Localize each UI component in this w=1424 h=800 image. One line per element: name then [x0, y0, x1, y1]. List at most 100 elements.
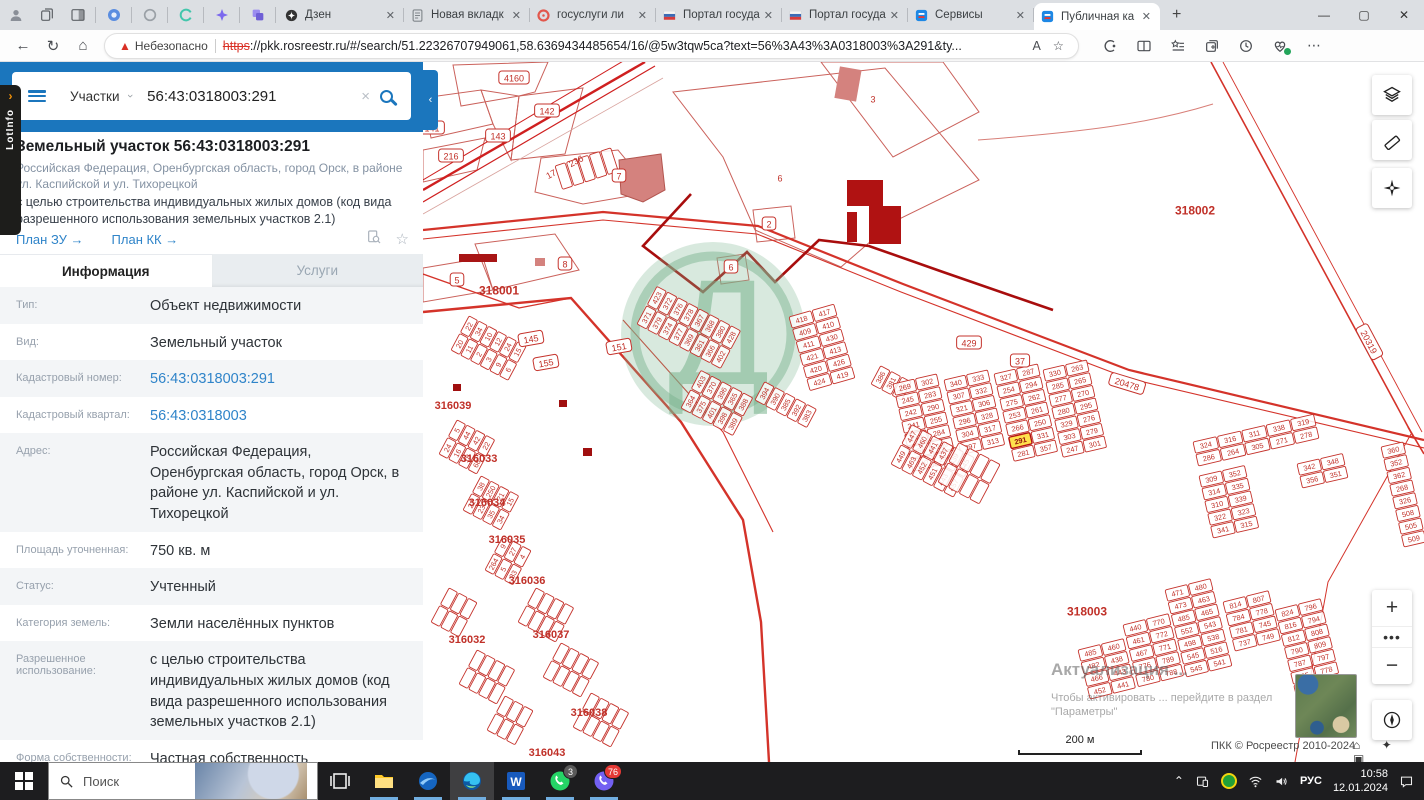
collections-icon[interactable]: [1195, 33, 1229, 59]
edge-button[interactable]: [450, 762, 494, 800]
news-widget-image[interactable]: [195, 763, 307, 799]
tab-services[interactable]: Услуги: [211, 254, 423, 287]
extension-squares-icon[interactable]: [249, 7, 266, 24]
browser-tab[interactable]: Сервисы ✕: [908, 0, 1034, 30]
url-text[interactable]: ://pkk.rosreestr.ru/#/search/51.22326707…: [250, 39, 1027, 53]
browser-tab[interactable]: госуслуги ли ✕: [530, 0, 656, 30]
zoom-in-button[interactable]: +: [1372, 590, 1412, 626]
cadastral-map[interactable]: Д 38638139226930224528324229024125524328…: [423, 62, 1424, 762]
search-category-select[interactable]: Участки: [70, 89, 120, 104]
parcel-cluster[interactable]: 20221134210312924615: [451, 315, 527, 381]
profile-avatar-icon[interactable]: [7, 7, 24, 24]
language-indicator[interactable]: РУС: [1300, 775, 1322, 787]
browser-tab[interactable]: Публичная ка ✕: [1034, 3, 1160, 30]
basemap-thumbnail[interactable]: [1295, 674, 1357, 738]
zoom-out-button[interactable]: −: [1372, 648, 1412, 684]
taskbar-clock[interactable]: 10:58 12.01.2024: [1333, 767, 1388, 796]
tab-information[interactable]: Информация: [0, 254, 212, 287]
panel-collapse-button[interactable]: ‹: [423, 70, 438, 130]
menu-icon[interactable]: [28, 90, 46, 102]
parcel-cluster[interactable]: 814 807784 778781 745737 749: [1222, 590, 1281, 652]
tab-close-icon[interactable]: ✕: [383, 9, 398, 22]
browser-tab[interactable]: Новая вкладк ✕: [404, 0, 530, 30]
extension-blue-icon[interactable]: [105, 7, 122, 24]
tab-close-icon[interactable]: ✕: [887, 9, 902, 22]
parcel-clusters[interactable]: 3863813922693022452832422902412552432842…: [431, 147, 1424, 747]
security-label[interactable]: Небезопасно: [135, 39, 208, 53]
extension-teal-icon[interactable]: [177, 7, 194, 24]
copilot-icon[interactable]: [1093, 33, 1127, 59]
tray-expand-icon[interactable]: ⌃: [1174, 774, 1184, 788]
browser-tab[interactable]: Портал госуда ✕: [656, 0, 782, 30]
parcel-cluster[interactable]: [487, 695, 533, 745]
chevron-down-icon[interactable]: ›: [123, 94, 135, 98]
tab-close-icon[interactable]: ✕: [1139, 10, 1154, 23]
restore-button[interactable]: ▢: [1344, 0, 1384, 30]
bookmark-star-icon[interactable]: ☆: [396, 230, 409, 248]
parcel-cluster[interactable]: [543, 642, 599, 697]
tab-close-icon[interactable]: ✕: [635, 9, 650, 22]
map-footer-icons[interactable]: ⌂ ✦ ▣: [1353, 738, 1424, 762]
browser-beta-button[interactable]: [406, 762, 450, 800]
file-explorer-button[interactable]: [362, 762, 406, 800]
parcel-cluster[interactable]: 342 348356 351: [1296, 453, 1349, 489]
parcel-cluster[interactable]: 360352362268326508505509: [1380, 441, 1424, 548]
parcel-cluster[interactable]: 485 460482 438466 443452 441: [1077, 638, 1136, 700]
zoom-levels-button[interactable]: •••: [1372, 626, 1412, 648]
lotinfo-side-tab[interactable]: › LotInfo: [0, 85, 21, 235]
start-button[interactable]: [0, 762, 48, 800]
close-button[interactable]: ✕: [1384, 0, 1424, 30]
viber-button[interactable]: 76: [582, 762, 626, 800]
plan-zu-link[interactable]: План ЗУ →: [16, 232, 84, 247]
favorite-star-icon[interactable]: ☆: [1053, 38, 1064, 53]
parcel-cluster[interactable]: [431, 587, 477, 637]
parcel-cluster[interactable]: [573, 692, 629, 747]
settings-menu-icon[interactable]: ⋯: [1297, 33, 1331, 59]
preview-doc-icon[interactable]: [366, 229, 382, 249]
parcel-cluster[interactable]: 324 316 311 338 319286 264 305 271 278: [1192, 414, 1320, 467]
extension-spark-icon[interactable]: [213, 7, 230, 24]
browser-tab[interactable]: Портал госуда ✕: [782, 0, 908, 30]
notification-center-icon[interactable]: [1399, 774, 1414, 789]
history-icon[interactable]: [1229, 33, 1263, 59]
attribute-value[interactable]: 56:43:0318003:291: [150, 369, 423, 390]
device-link-icon[interactable]: [1195, 774, 1210, 789]
browser-tab[interactable]: Дзен ✕: [278, 0, 404, 30]
word-button[interactable]: W: [494, 762, 538, 800]
search-icon[interactable]: [380, 89, 393, 103]
back-button[interactable]: ←: [8, 33, 38, 59]
plan-kk-link[interactable]: План КК →: [112, 232, 179, 247]
read-aloud-icon[interactable]: A: [1032, 39, 1040, 53]
locate-button[interactable]: [1372, 168, 1412, 208]
sber-tray-icon[interactable]: [1220, 773, 1237, 789]
layers-button[interactable]: [1372, 75, 1412, 115]
measure-button[interactable]: [1372, 120, 1412, 160]
task-view-button[interactable]: [318, 762, 362, 800]
parcel-cluster[interactable]: 309 352314 335310 339322 323341 315: [1198, 465, 1259, 539]
taskbar-search[interactable]: Поиск: [48, 762, 318, 800]
refresh-button[interactable]: ↻: [38, 33, 68, 59]
split-screen-icon[interactable]: [1127, 33, 1161, 59]
tab-close-icon[interactable]: ✕: [761, 9, 776, 22]
minimize-button[interactable]: —: [1304, 0, 1344, 30]
orientation-button[interactable]: [1372, 700, 1412, 740]
parcel-cluster[interactable]: 245164418426822: [439, 419, 495, 474]
search-input[interactable]: [145, 86, 352, 106]
attribute-value[interactable]: 56:43:0318003: [150, 406, 423, 427]
new-tab-button[interactable]: +: [1172, 6, 1181, 24]
address-bar[interactable]: ▲ Небезопасно https ://pkk.rosreestr.ru/…: [104, 32, 1079, 59]
parcel-cluster[interactable]: 418417409410411430421413420426424419: [788, 304, 856, 391]
parcel-cluster[interactable]: [459, 649, 515, 704]
tab-close-icon[interactable]: ✕: [1013, 9, 1028, 22]
wifi-icon[interactable]: [1248, 774, 1263, 789]
speaker-icon[interactable]: [1274, 774, 1289, 789]
sidebar-toggle-icon[interactable]: [69, 7, 86, 24]
favorites-icon[interactable]: [1161, 33, 1195, 59]
whatsapp-button[interactable]: 3: [538, 762, 582, 800]
tab-close-icon[interactable]: ✕: [509, 9, 524, 22]
browser-essentials-icon[interactable]: [1263, 33, 1297, 59]
clear-search-icon[interactable]: ×: [361, 88, 370, 105]
tab-stack-icon[interactable]: [38, 7, 55, 24]
home-button[interactable]: ⌂: [68, 33, 98, 59]
map-canvas[interactable]: Д 38638139226930224528324229024125524328…: [423, 62, 1424, 762]
